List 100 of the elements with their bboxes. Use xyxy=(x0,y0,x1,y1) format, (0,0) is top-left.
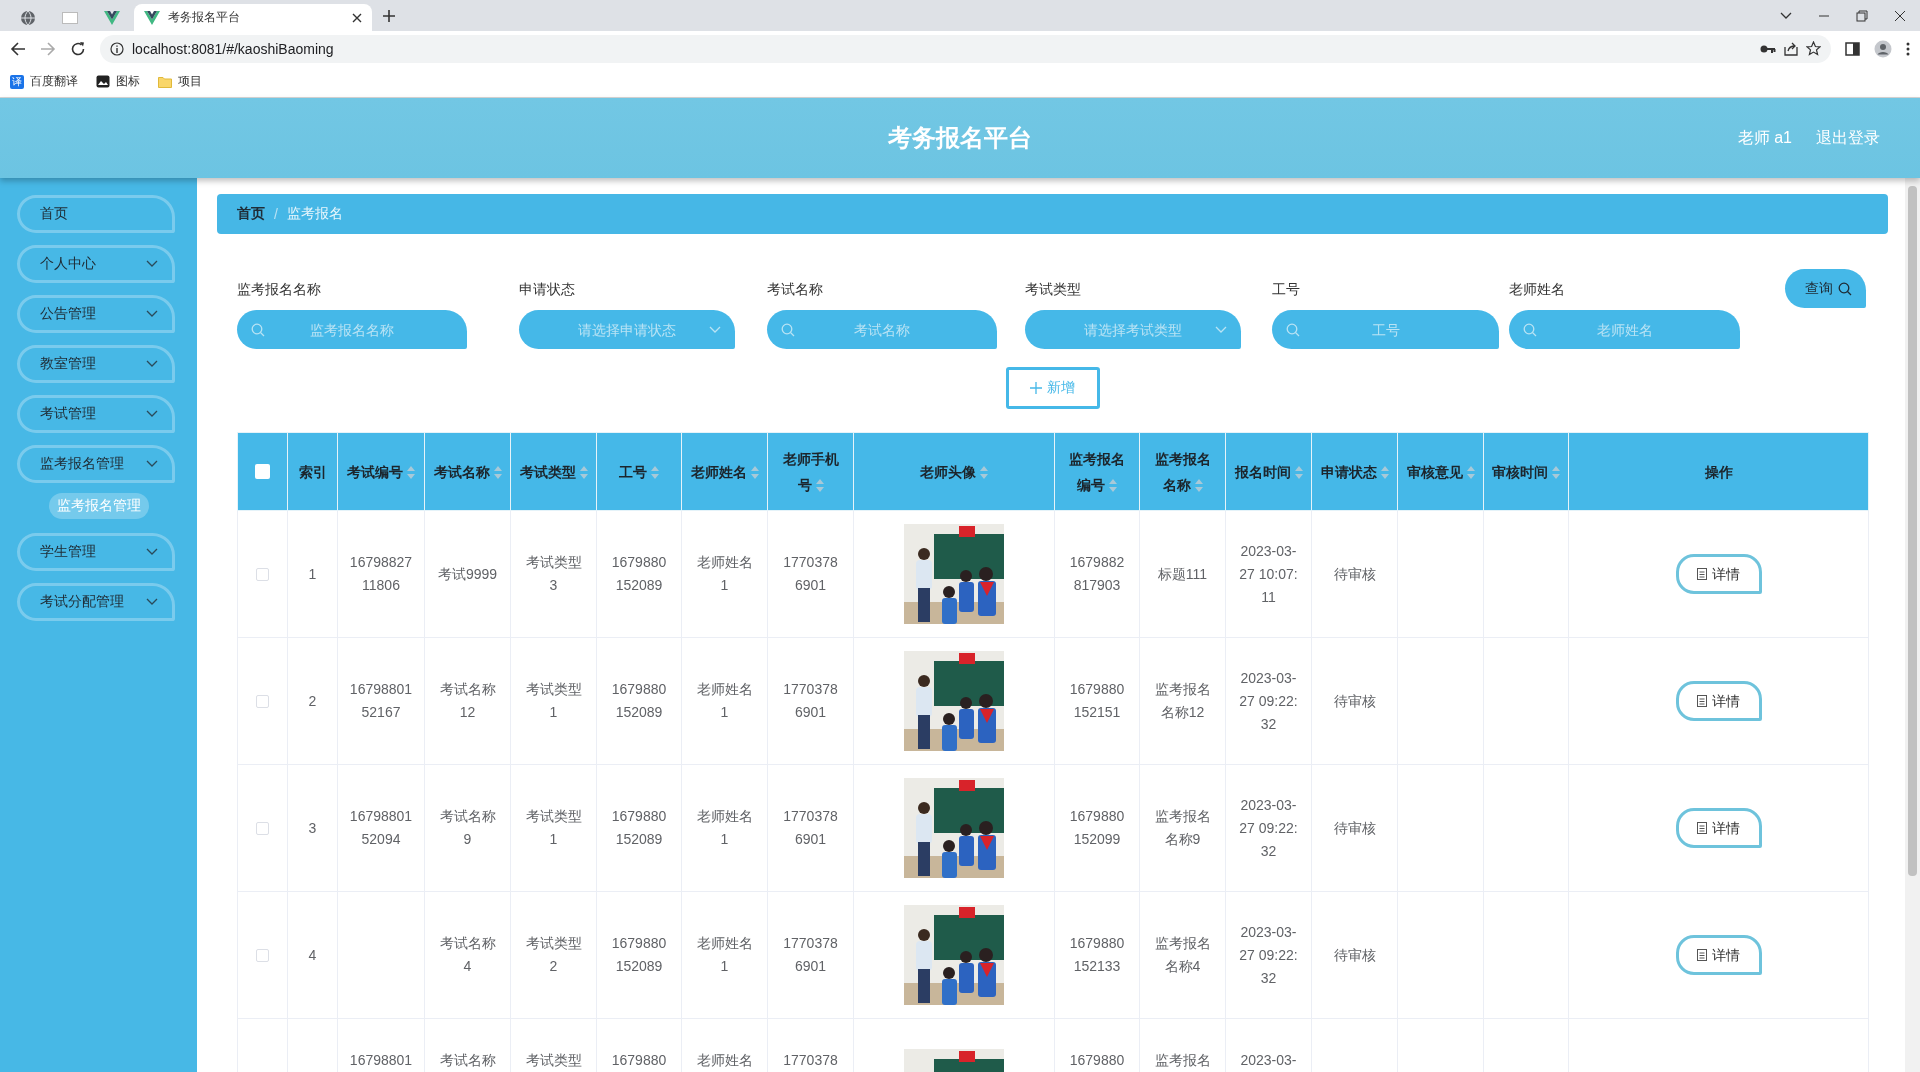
side-panel-icon[interactable] xyxy=(1845,41,1860,56)
column-header[interactable]: 申请状态 xyxy=(1311,432,1398,511)
menu-icon[interactable] xyxy=(1906,41,1910,56)
column-header[interactable]: 老师头像 xyxy=(853,432,1055,511)
details-button[interactable]: 详情 xyxy=(1675,681,1762,721)
table-cell-text: 1679880152133 xyxy=(1068,934,1126,976)
restore-icon[interactable] xyxy=(1856,9,1868,22)
column-header[interactable]: 监考报名名称 xyxy=(1139,432,1226,511)
details-button[interactable]: 详情 xyxy=(1675,935,1762,975)
details-button[interactable]: 详情 xyxy=(1675,808,1762,848)
details-button[interactable]: 详情 xyxy=(1675,554,1762,594)
sidebar-item[interactable]: 监考报名管理 xyxy=(17,445,175,483)
column-header[interactable]: 考试编号 xyxy=(337,432,425,511)
table-cell-text: 标题111 xyxy=(1156,564,1209,584)
sort-icon[interactable] xyxy=(493,466,502,480)
table-cell-text: 老师姓名1 xyxy=(695,680,754,722)
sidebar-item[interactable]: 教室管理 xyxy=(17,345,175,383)
column-header[interactable]: 报名时间 xyxy=(1225,432,1312,511)
sidebar-item[interactable]: 首页 xyxy=(17,195,175,233)
sort-icon[interactable] xyxy=(1194,479,1203,493)
address-bar[interactable]: localhost:8081/#/kaoshiBaoming xyxy=(100,34,1831,63)
chevron-down-icon xyxy=(146,460,158,468)
scrollbar[interactable] xyxy=(1905,178,1920,1072)
search-field[interactable]: 工号 xyxy=(1272,310,1499,349)
row-checkbox[interactable] xyxy=(256,694,269,708)
column-header[interactable]: 老师姓名 xyxy=(681,432,768,511)
translate-icon: 译 xyxy=(10,74,24,89)
sort-icon[interactable] xyxy=(815,479,824,493)
column-header[interactable]: 审核时间 xyxy=(1483,432,1569,511)
sort-icon[interactable] xyxy=(579,466,588,480)
sidebar-item[interactable]: 公告管理 xyxy=(17,295,175,333)
sort-icon[interactable] xyxy=(750,466,759,480)
table-cell-text: 考试类型 xyxy=(524,1051,583,1070)
forward-icon[interactable] xyxy=(40,40,56,57)
column-header[interactable]: 考试名称 xyxy=(424,432,511,511)
filter-label: 考试名称 xyxy=(767,281,824,299)
sort-icon[interactable] xyxy=(980,466,988,480)
table-cell-text: 监考报名名称12 xyxy=(1153,680,1212,722)
table-cell-text: 老师姓名1 xyxy=(695,807,754,849)
breadcrumb-item[interactable]: 首页 xyxy=(237,205,265,223)
chevron-down-icon xyxy=(146,310,158,318)
page-icon xyxy=(62,11,78,24)
sort-icon[interactable] xyxy=(407,466,415,480)
chevron-down-icon xyxy=(1215,325,1227,334)
site-title: 考务报名平台 xyxy=(888,123,1032,153)
table-cell-text: 1679880 xyxy=(610,1051,668,1070)
user-name: 老师 a1 xyxy=(1737,127,1792,148)
row-checkbox[interactable] xyxy=(256,567,269,581)
close-icon[interactable] xyxy=(352,12,362,23)
sidebar-item[interactable]: 个人中心 xyxy=(17,245,175,283)
column-header[interactable]: 监考报名编号 xyxy=(1054,432,1140,511)
sidebar-item[interactable]: 学生管理 xyxy=(17,533,175,571)
reload-icon[interactable] xyxy=(70,40,86,57)
sort-icon[interactable] xyxy=(1380,466,1389,480)
sidebar-item[interactable]: 考试分配管理 xyxy=(17,583,175,621)
sort-icon[interactable] xyxy=(651,466,659,480)
filter-label: 老师姓名 xyxy=(1509,281,1566,299)
profile-icon[interactable] xyxy=(1874,39,1892,58)
sort-icon[interactable] xyxy=(1552,466,1560,480)
bookmark[interactable]: 译 百度翻译 xyxy=(10,73,78,90)
new-tab-icon[interactable] xyxy=(382,9,396,23)
key-icon[interactable] xyxy=(1760,43,1776,54)
table-cell-text: 考试类型1 xyxy=(524,807,583,849)
column-header[interactable]: 审核意见 xyxy=(1397,432,1484,511)
bookmark[interactable]: 项目 xyxy=(158,73,202,90)
row-checkbox[interactable] xyxy=(256,948,269,962)
search-field[interactable]: 考试名称 xyxy=(767,310,997,349)
sort-icon[interactable] xyxy=(1109,479,1117,493)
table-cell-text: 考试类型1 xyxy=(524,680,583,722)
globe-icon xyxy=(20,9,36,26)
close-icon[interactable] xyxy=(1894,9,1906,22)
plus-icon xyxy=(1030,382,1042,394)
bookmark[interactable]: 图标 xyxy=(96,73,140,90)
row-checkbox[interactable] xyxy=(256,821,269,835)
share-icon[interactable] xyxy=(1784,41,1798,56)
table-cell-text: 1679880152094 xyxy=(349,807,413,849)
filter-label: 监考报名名称 xyxy=(237,281,322,299)
column-header[interactable]: 老师手机号 xyxy=(767,432,854,511)
column-header[interactable]: 考试类型 xyxy=(510,432,597,511)
table-cell-text: 老师姓名 xyxy=(695,1051,754,1070)
vue-logo-icon xyxy=(104,10,120,25)
select-field[interactable]: 请选择考试类型 xyxy=(1025,310,1241,349)
search-button[interactable]: 查询 xyxy=(1785,269,1866,308)
chevron-down-icon[interactable] xyxy=(1780,11,1792,20)
table-cell-text: 1679880152089 xyxy=(610,553,668,595)
table-cell-text: 1679880152099 xyxy=(1068,807,1126,849)
back-icon[interactable] xyxy=(10,40,26,57)
select-all-checkbox[interactable] xyxy=(255,464,270,479)
sort-icon[interactable] xyxy=(1294,466,1303,480)
browser-tab[interactable]: 考务报名平台 xyxy=(134,4,372,31)
document-icon xyxy=(1697,949,1707,961)
table-cell-text: 17703786901 xyxy=(782,807,839,849)
sidebar-item[interactable]: 考试管理 xyxy=(17,395,175,433)
star-icon[interactable] xyxy=(1806,41,1821,56)
search-field[interactable]: 监考报名名称 xyxy=(237,310,467,349)
select-field[interactable]: 请选择申请状态 xyxy=(519,310,735,349)
column-header[interactable]: 工号 xyxy=(596,432,682,511)
sort-icon[interactable] xyxy=(1466,466,1475,480)
search-field[interactable]: 老师姓名 xyxy=(1509,310,1740,349)
table-cell-text: 考试9999 xyxy=(436,564,499,584)
